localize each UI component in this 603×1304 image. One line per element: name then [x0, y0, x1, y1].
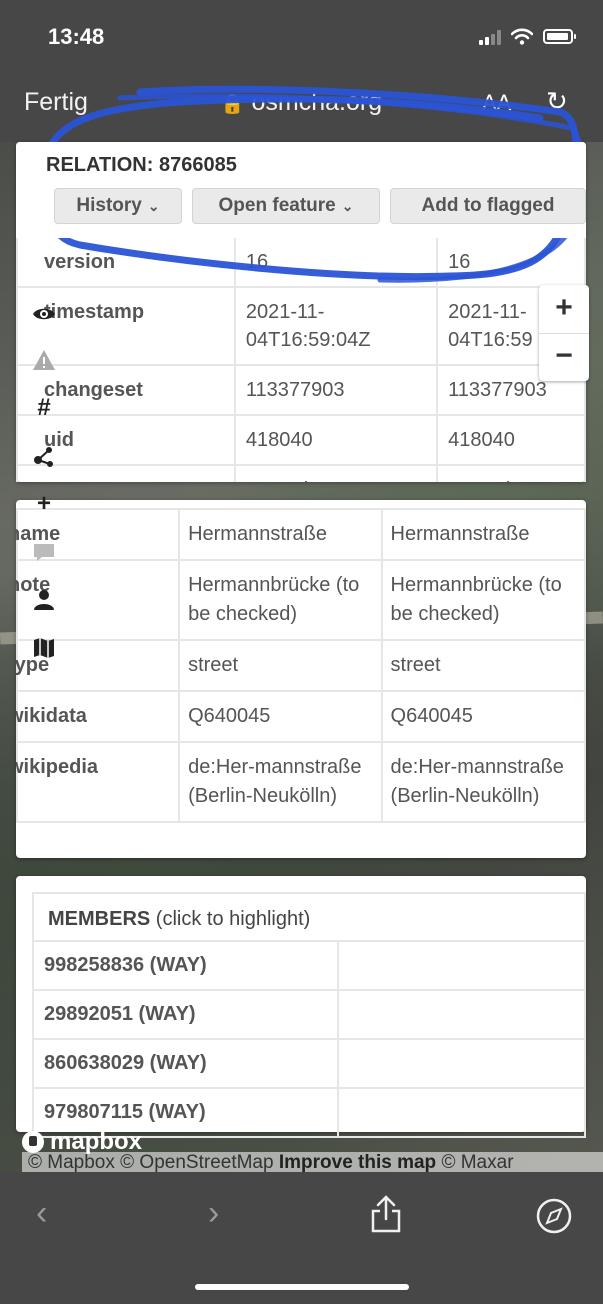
text-size-button[interactable]: AA [482, 90, 511, 116]
browser-bar: Fertig 🔒 osmcha.org AA ↻ [0, 72, 603, 142]
tag-new-value: Hermannbrücke (to be checked) [380, 559, 586, 641]
tag-new-value: Q640045 [380, 690, 586, 743]
members-title: MEMBERS [48, 908, 151, 930]
feature-header: RELATION: 8766085 History ⌄ Open feature… [16, 142, 586, 238]
status-icons [479, 28, 576, 45]
member-row[interactable]: 860638029 (WAY) [31, 1038, 586, 1089]
member-cell-empty [337, 940, 586, 991]
tag-new-value: street [380, 639, 586, 692]
history-button[interactable]: History ⌄ [54, 188, 182, 224]
improve-map-link[interactable]: Improve this map [279, 1152, 436, 1173]
member-row[interactable]: 29892051 (WAY) [31, 989, 586, 1040]
battery-icon [543, 29, 576, 44]
map-attribution: © Mapbox © OpenStreetMap Improve this ma… [22, 1152, 603, 1174]
tag-row: changeset 113377903 113377903 [16, 364, 586, 416]
members-hint: (click to highlight) [155, 908, 311, 930]
tag-key: version [16, 236, 236, 288]
member-id[interactable]: 998258836 (WAY) [31, 940, 340, 991]
tag-row: typestreetstreet [16, 639, 586, 692]
tag-row: uid 418040 418040 [16, 414, 586, 466]
lock-icon: 🔒 [220, 94, 245, 115]
tag-old-value: Hermannstraße [178, 508, 383, 561]
tag-new-value: 16 [436, 236, 586, 288]
tag-row: version 16 16 [16, 236, 586, 288]
member-row[interactable]: 998258836 (WAY) [31, 940, 586, 991]
sidebar: # + [18, 290, 66, 686]
tag-row: nameHermannstraßeHermannstraße [16, 508, 586, 561]
tag-old-value: de:Her-mannstraße (Berlin-Neukölln) [178, 741, 383, 823]
tag-row: wikipedia de:Her-mannstraße (Berlin-Neukö… [16, 741, 586, 823]
tag-new-value: 418040 [436, 414, 586, 466]
tag-old-value: 16 [233, 236, 439, 288]
url-text: osmcha.org [251, 88, 383, 116]
forward-icon[interactable]: › [208, 1194, 219, 1233]
member-cell-empty [337, 1087, 586, 1138]
home-indicator[interactable] [195, 1284, 409, 1290]
members-table: 998258836 (WAY) 29892051 (WAY) 860638029 (… [31, 940, 586, 1138]
tag-row: noteHermannbrücke (to be checked)Hermann… [16, 559, 586, 641]
member-cell-empty [337, 989, 586, 1040]
member-id[interactable]: 860638029 (WAY) [31, 1038, 340, 1089]
reload-icon[interactable]: ↻ [546, 86, 568, 117]
tag-new-value: Supaplex030 [436, 464, 586, 482]
comment-icon[interactable] [32, 540, 56, 564]
members-header: MEMBERS (click to highlight) [32, 892, 586, 940]
member-id[interactable]: 29892051 (WAY) [31, 989, 340, 1040]
relation-title: RELATION: 8766085 [46, 154, 237, 176]
attribution-text: © Mapbox © OpenStreetMap [28, 1152, 274, 1173]
history-label: History [76, 195, 142, 216]
back-icon[interactable]: ‹ [36, 1194, 47, 1233]
tag-old-value: Supaplex030 [233, 464, 439, 482]
cellular-signal-icon [479, 29, 501, 45]
tag-old-value: 2021-11-04T16:59:04Z [233, 286, 439, 366]
tag-row: wikidataQ640045Q640045 [16, 690, 586, 743]
map-icon[interactable] [32, 636, 56, 660]
status-bar: 13:48 [0, 0, 603, 72]
compass-icon[interactable] [536, 1198, 572, 1234]
tag-old-value: 113377903 [233, 364, 439, 416]
wifi-icon [511, 28, 533, 45]
tags-table-bottom: nameHermannstraßeHermannstraßenoteHerman… [16, 508, 586, 858]
tag-new-value: Hermannstraße [380, 508, 586, 561]
tag-old-value: street [178, 639, 383, 692]
eye-icon[interactable] [32, 302, 56, 326]
tag-new-value: de:Her-mannstraße (Berlin-Neukölln) [380, 741, 586, 823]
zoom-control: + − [539, 285, 589, 381]
chevron-down-icon: ⌄ [147, 197, 160, 214]
address-bar[interactable]: 🔒 osmcha.org [0, 88, 603, 117]
hashtag-icon[interactable]: # [32, 396, 56, 420]
tags-table-top: version 16 16 timestamp 2021-11-04T16:59:04Z… [16, 236, 586, 482]
add-to-flagged-button[interactable]: Add to flagged [390, 188, 586, 224]
open-feature-button[interactable]: Open feature ⌄ [192, 188, 380, 224]
mapbox-logo-icon [22, 1131, 44, 1153]
tag-old-value: Hermannbrücke (to be checked) [178, 559, 383, 641]
tag-key: wikidata [16, 690, 181, 743]
warning-icon[interactable] [32, 348, 56, 372]
open-feature-label: Open feature [218, 195, 336, 216]
user-icon[interactable] [32, 588, 56, 612]
status-time: 13:48 [48, 24, 105, 49]
plus-icon[interactable]: + [32, 492, 56, 516]
attribution-maxar: © Maxar [441, 1152, 514, 1173]
tag-row: userSupaplex030Supaplex030 [16, 464, 586, 482]
browser-toolbar: ‹ › [0, 1172, 603, 1304]
tag-key: wikipedia [16, 741, 181, 823]
share-icon[interactable] [369, 1194, 403, 1234]
member-cell-empty [337, 1038, 586, 1089]
tag-old-value: 418040 [233, 414, 439, 466]
zoom-out-button[interactable]: − [539, 333, 589, 381]
nodes-icon[interactable] [32, 444, 56, 468]
tag-old-value: Q640045 [178, 690, 383, 743]
chevron-down-icon: ⌄ [341, 197, 354, 214]
zoom-in-button[interactable]: + [539, 285, 589, 334]
tag-row: timestamp 2021-11-04T16:59:04Z 2021-11-04T… [16, 286, 586, 366]
add-to-flagged-label: Add to flagged [421, 195, 555, 216]
